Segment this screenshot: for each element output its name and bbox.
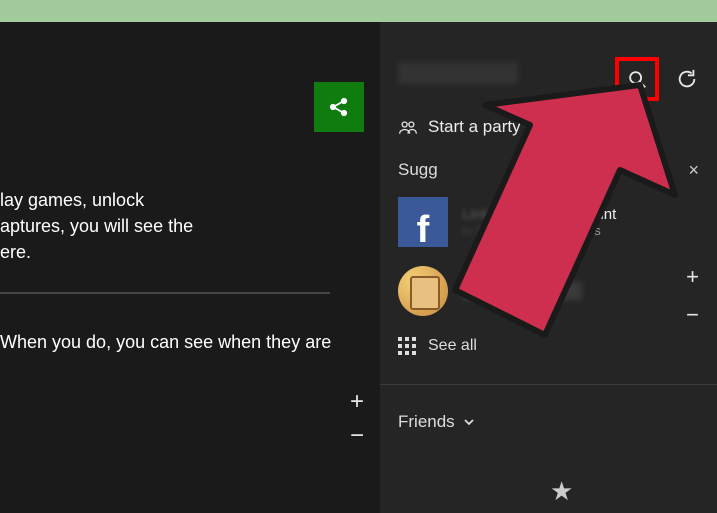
feed-intro-text: lay games, unlock aptures, you will see … (0, 187, 250, 265)
search-icon (626, 68, 648, 90)
see-all-label: See all (428, 337, 477, 355)
suggested-friend-name-redacted (462, 282, 582, 300)
suggested-friend-item[interactable] (398, 266, 582, 316)
suggestions-heading: Sugg (398, 160, 438, 180)
chevron-down-icon (463, 416, 475, 428)
party-icon (398, 119, 418, 135)
remove-suggestion-button[interactable]: − (686, 302, 699, 328)
friends-pane: Start a party beta Sugg × f Link Faceboo… (380, 22, 717, 513)
refresh-icon (676, 68, 698, 90)
friends-label: Friends (398, 412, 455, 432)
start-party-button[interactable]: Start a party beta (398, 117, 552, 137)
feed-secondary-text: When you do, you can see when they are (0, 332, 380, 353)
refresh-button[interactable] (667, 59, 707, 99)
friend-action-column: + − (686, 264, 699, 328)
xbox-app-window: lay games, unlock aptures, you will see … (0, 22, 717, 513)
feed-add-button[interactable]: + (350, 390, 364, 414)
search-button-highlighted[interactable] (615, 57, 659, 101)
facebook-link-text: Link Facebook account to find Facebook f… (462, 206, 616, 238)
facebook-icon: f (398, 197, 448, 247)
see-all-button[interactable]: See all (398, 337, 477, 355)
left-divider (0, 292, 330, 294)
add-friend-button[interactable]: + (686, 264, 699, 290)
top-icon-row (615, 57, 707, 101)
facebook-link-item[interactable]: f Link Facebook account to find Facebook… (398, 197, 616, 247)
right-divider (380, 384, 717, 385)
friends-section-toggle[interactable]: Friends (398, 412, 475, 432)
start-party-label: Start a party (428, 117, 521, 137)
gamertag-redacted (398, 62, 518, 84)
activity-feed-pane: lay games, unlock aptures, you will see … (0, 22, 380, 513)
close-suggestions-button[interactable]: × (688, 160, 699, 181)
share-icon (327, 95, 351, 119)
grid-icon (398, 337, 416, 355)
avatar (398, 266, 448, 316)
beta-badge: beta (531, 121, 552, 133)
feed-remove-button[interactable]: − (350, 424, 364, 448)
favorite-star-icon[interactable]: ★ (550, 476, 573, 507)
share-button[interactable] (314, 82, 364, 132)
